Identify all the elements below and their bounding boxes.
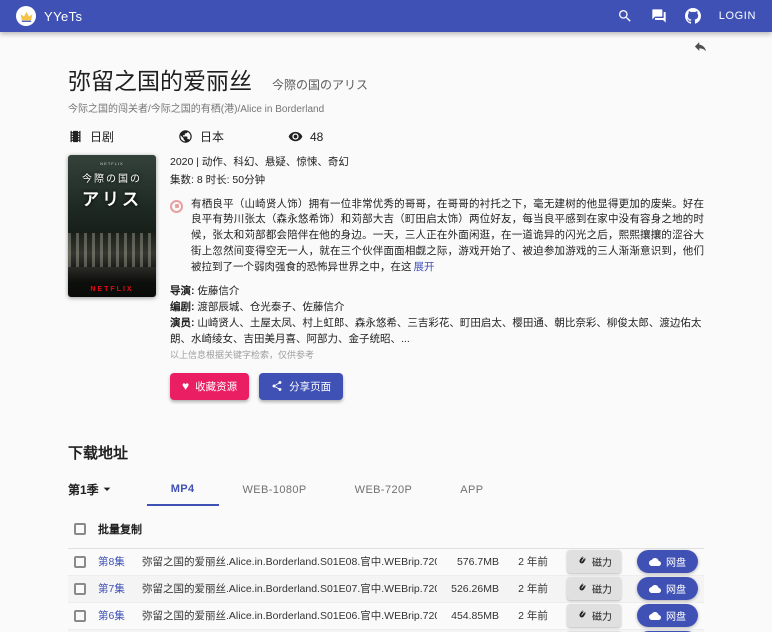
crown-logo-icon	[16, 6, 36, 26]
brand-home-link[interactable]: YYeTs	[16, 6, 82, 26]
episode-link[interactable]: 第6集	[98, 608, 142, 623]
year-genres: 2020 | 动作、科幻、悬疑、惊悚、奇幻	[170, 156, 349, 168]
douban-icon	[170, 199, 183, 213]
tab-app[interactable]: APP	[436, 474, 507, 505]
poster-title-line1: 今際の国の	[82, 174, 142, 185]
synopsis: 有栖良平（山崎贤人饰）拥有一位非常优秀的哥哥，在哥哥的衬托之下，毫无建树的他显得…	[191, 197, 704, 273]
pan-button[interactable]: 网盘	[637, 577, 698, 601]
row-checkbox[interactable]	[74, 609, 86, 622]
tab-mp4[interactable]: MP4	[146, 473, 219, 506]
episode-size: 526.26MB	[451, 582, 499, 595]
page-title-japanese: 今際の国のアリス	[272, 78, 369, 92]
batch-copy-checkbox[interactable]	[74, 522, 86, 535]
cloud-icon	[649, 584, 661, 593]
poster-image[interactable]: NETFLIX 今際の国の アリス NETFLIX	[68, 155, 156, 297]
pan-button[interactable]: 网盘	[637, 550, 698, 574]
episode-link[interactable]: 第8集	[98, 554, 142, 569]
magnet-button[interactable]: 磁力	[567, 550, 621, 574]
favorite-button[interactable]: ♥ 收藏资源	[170, 372, 250, 400]
navbar-actions: LOGIN	[617, 8, 756, 24]
season-select[interactable]: 第1季	[68, 481, 115, 498]
episode-age: 2 年前	[518, 610, 548, 623]
tag-region-label: 日本	[200, 130, 225, 144]
search-icon[interactable]	[617, 8, 633, 24]
tag-views: 48	[288, 128, 398, 145]
tag-region: 日本	[178, 128, 288, 145]
poster-netflix-brand: NETFLIX	[90, 286, 134, 293]
meta-tags: 日剧 日本 48	[68, 128, 398, 145]
row-checkbox[interactable]	[74, 555, 86, 568]
github-icon[interactable]	[684, 8, 701, 24]
top-navbar: YYeTs LOGIN	[0, 0, 772, 32]
login-button[interactable]: LOGIN	[719, 10, 756, 22]
episode-age: 2 年前	[518, 583, 548, 596]
disclaimer: 以上信息根据关键字检索，仅供参考	[170, 350, 315, 361]
downloads-tabbar: 第1季 MP4 WEB-1080P WEB-720P APP	[68, 473, 704, 506]
credit-line: 编剧: 渡部辰城、仓光泰子、佐藤信介	[170, 301, 345, 313]
messages-icon[interactable]	[651, 8, 667, 24]
episode-row: 第7集 弥留之国的爱丽丝.Alice.in.Borderland.S01E07.…	[68, 575, 704, 603]
credit-line: 导演: 佐藤信介	[170, 285, 240, 298]
share-button[interactable]: 分享页面	[259, 372, 344, 400]
tag-category-label: 日剧	[90, 130, 115, 144]
app-root: YYeTs LOGIN 弥留之国的爱丽丝 今際の国のアリス 今际之国的闯关者/今…	[0, 0, 772, 632]
title-aliases: 今际之国的闯关者/今际之国的有栖(港)/Alice in Borderland	[68, 104, 325, 115]
theaters-icon	[70, 130, 81, 143]
magnet-icon	[579, 583, 587, 591]
row-checkbox[interactable]	[74, 582, 86, 595]
share-icon	[272, 381, 282, 392]
magnet-icon	[579, 610, 587, 618]
episode-filename: 弥留之国的爱丽丝.Alice.in.Borderland.S01E08.官中.W…	[142, 556, 437, 569]
credit-line: 演员: 山崎贤人、土屋太凤、村上虹郎、森永悠希、三吉彩花、町田启太、樱田通、朝比…	[170, 316, 702, 345]
magnet-button[interactable]: 磁力	[567, 604, 621, 628]
pan-button[interactable]: 网盘	[637, 604, 698, 628]
episode-filename: 弥留之国的爱丽丝.Alice.in.Borderland.S01E06.官中.W…	[142, 610, 437, 623]
cloud-icon	[649, 611, 661, 620]
tab-web-720p[interactable]: WEB-720P	[331, 474, 437, 505]
tag-category: 日剧	[68, 128, 178, 145]
globe-icon	[179, 130, 192, 143]
poster-title-line2: アリス	[82, 190, 142, 209]
episode-filename: 弥留之国的爱丽丝.Alice.in.Borderland.S01E07.官中.W…	[142, 583, 437, 596]
downloads-heading: 下载地址	[68, 444, 129, 462]
magnet-button[interactable]: 磁力	[567, 577, 621, 601]
episodes-runtime: 集数: 8 时长: 50分钟	[170, 173, 266, 186]
episode-table: 第8集 弥留之国的爱丽丝.Alice.in.Borderland.S01E08.…	[68, 549, 704, 632]
credits: 导演: 佐藤信介 编剧: 渡部辰城、仓光泰子、佐藤信介 演员: 山崎贤人、土屋太…	[170, 284, 704, 347]
episode-age: 2 年前	[518, 556, 548, 569]
chevron-down-icon	[103, 487, 111, 492]
main-content: 弥留之国的爱丽丝 今際の国のアリス 今际之国的闯关者/今际之国的有栖(港)/Al…	[0, 32, 772, 632]
brand-name: YYeTs	[44, 8, 83, 24]
resource-info: NETFLIX 今際の国の アリス NETFLIX 2020 | 动作、科幻、悬…	[68, 155, 704, 400]
page-title: 弥留之国的爱丽丝	[68, 68, 252, 94]
eye-icon	[288, 131, 303, 142]
episode-size: 454.85MB	[451, 609, 499, 622]
magnet-icon	[579, 556, 587, 564]
episode-row: 第6集 弥留之国的爱丽丝.Alice.in.Borderland.S01E06.…	[68, 603, 704, 630]
tab-web-1080p[interactable]: WEB-1080P	[219, 474, 331, 505]
batch-copy-row: 批量复制	[68, 508, 704, 549]
view-count: 48	[310, 129, 324, 144]
expand-link[interactable]: 展开	[414, 261, 435, 273]
batch-copy-label: 批量复制	[98, 523, 142, 536]
back-icon[interactable]	[693, 39, 708, 56]
cloud-icon	[649, 557, 661, 566]
heart-icon: ♥	[182, 379, 190, 394]
episode-link[interactable]: 第7集	[98, 581, 142, 596]
episode-row: 第8集 弥留之国的爱丽丝.Alice.in.Borderland.S01E08.…	[68, 549, 704, 576]
episode-size: 576.7MB	[456, 555, 499, 568]
